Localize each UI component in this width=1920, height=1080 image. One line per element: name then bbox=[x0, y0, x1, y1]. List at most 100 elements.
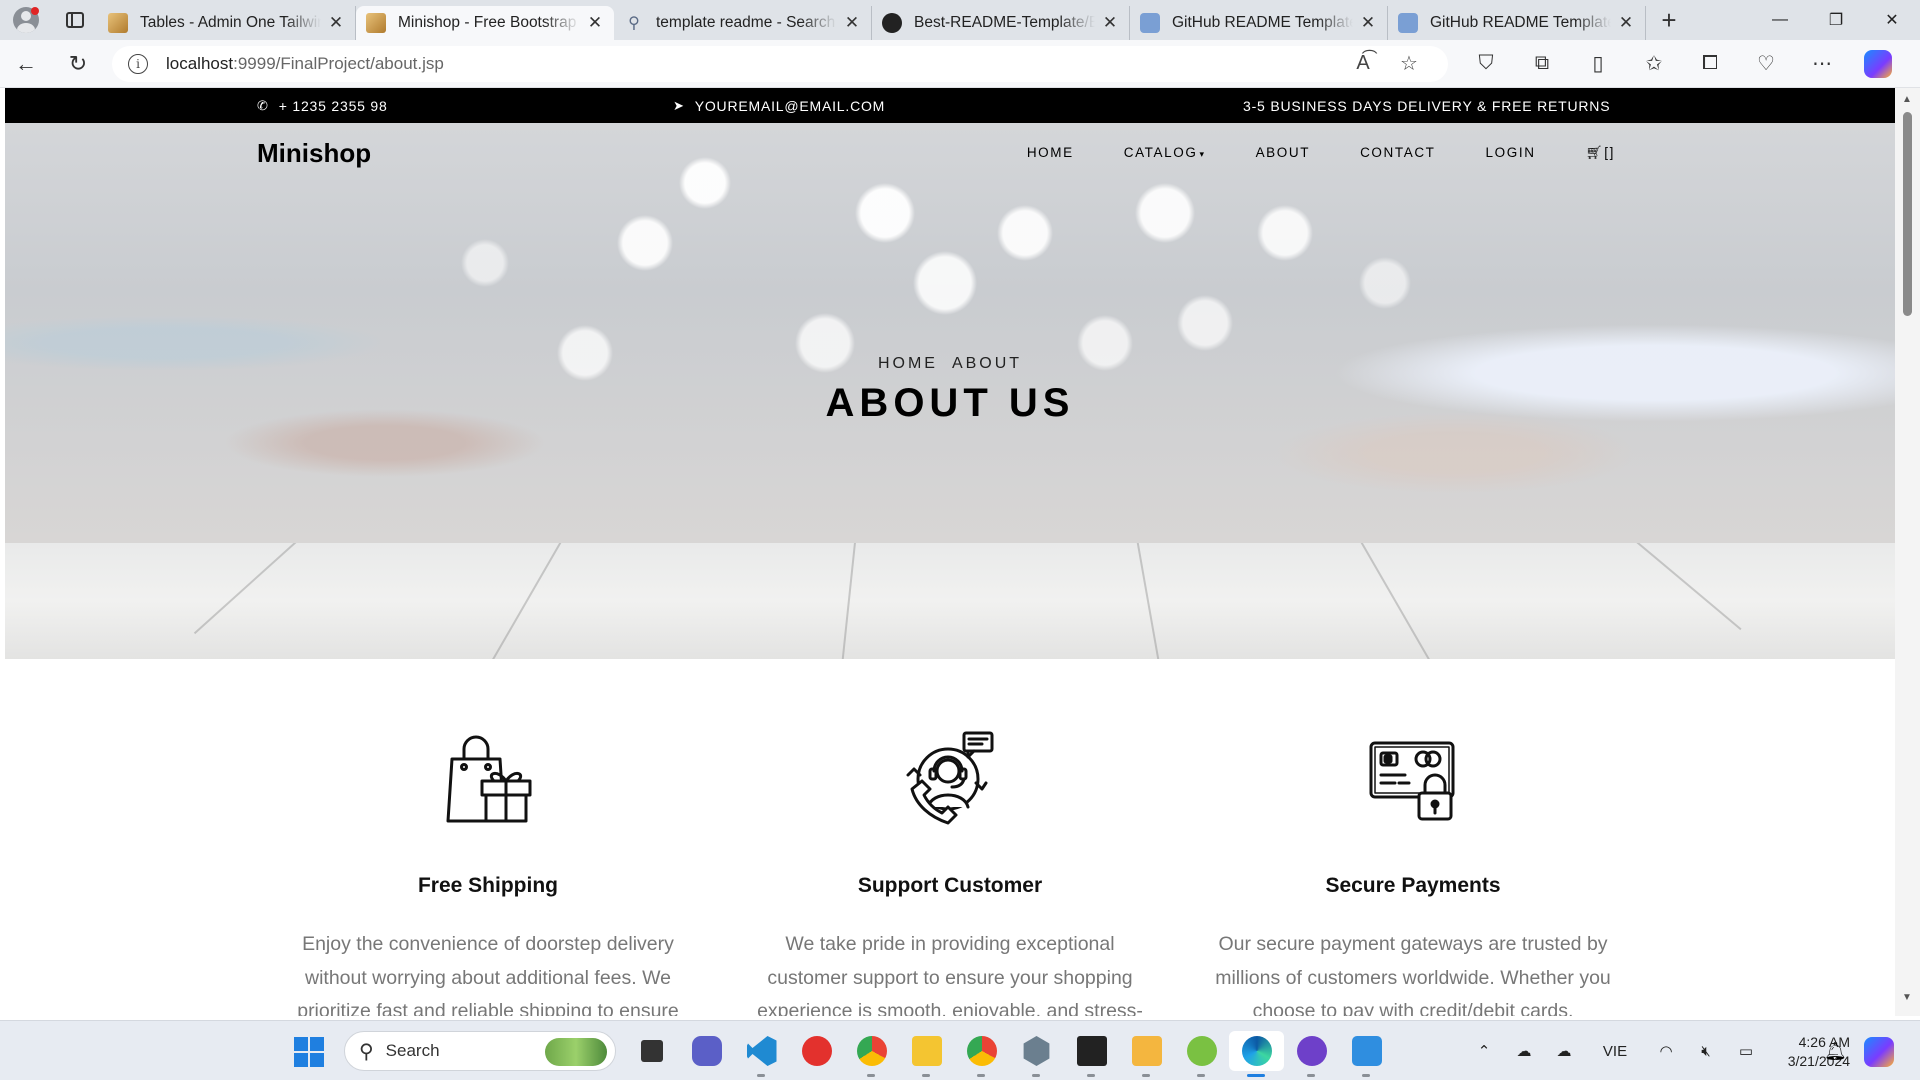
tab-title: Tables - Admin One Tailwind bbox=[140, 14, 321, 31]
browser-tab-strip: Tables - Admin One Tailwind ✕ Minishop -… bbox=[0, 0, 1920, 40]
page-viewport: ✆ + 1235 2355 98 ➤ YOUREMAIL@EMAIL.COM 3… bbox=[5, 88, 1895, 1016]
notification-bell-icon[interactable]: 🔔︎ bbox=[1824, 1041, 1847, 1062]
feature-card: Support Customer We take pride in provid… bbox=[740, 659, 1160, 1016]
split-screen-icon[interactable]: ▯ bbox=[1570, 40, 1626, 88]
close-tab-icon[interactable]: ✕ bbox=[1359, 13, 1377, 33]
profile-button[interactable] bbox=[0, 0, 52, 40]
breadcrumb-home[interactable]: HOME bbox=[878, 355, 938, 372]
window-controls: — ❐ ✕ bbox=[1752, 0, 1920, 40]
github-desktop-icon bbox=[1296, 1036, 1327, 1066]
hero-banner: Minishop HOME CATALOG ▾ ABOUT CONTACT LOG… bbox=[5, 123, 1895, 543]
address-bar[interactable]: i localhost:9999/FinalProject/about.jsp … bbox=[112, 45, 1448, 82]
close-tab-icon[interactable]: ✕ bbox=[1617, 13, 1635, 33]
volume-muted-icon[interactable]: 🔇︎ bbox=[1686, 1043, 1726, 1060]
scrollbar-thumb[interactable] bbox=[1903, 112, 1912, 316]
minishop-favicon-icon bbox=[108, 13, 128, 33]
url-text[interactable]: localhost:9999/FinalProject/about.jsp bbox=[166, 54, 1340, 74]
refresh-button[interactable]: ↻ bbox=[52, 40, 104, 88]
more-menu-icon[interactable]: ⋯ bbox=[1794, 40, 1850, 88]
running-indicator bbox=[1142, 1074, 1150, 1077]
chrome-icon bbox=[856, 1036, 887, 1066]
page-scrollbar[interactable]: ▲ ▼ bbox=[1895, 88, 1920, 1016]
site-info-icon[interactable]: i bbox=[128, 53, 148, 74]
file-explorer-button[interactable] bbox=[899, 1031, 954, 1077]
browser-essentials-icon[interactable]: ♡ bbox=[1738, 40, 1794, 88]
windows-logo-icon bbox=[294, 1053, 308, 1067]
teams-meet-button[interactable] bbox=[679, 1031, 734, 1071]
taskbar-apps bbox=[624, 1031, 1394, 1077]
check-app-button[interactable] bbox=[1174, 1031, 1229, 1077]
shield-icon[interactable]: ⛉ bbox=[1458, 40, 1514, 88]
close-tab-icon[interactable]: ✕ bbox=[586, 13, 604, 33]
task-view-button[interactable] bbox=[624, 1031, 679, 1071]
close-window-icon[interactable]: ✕ bbox=[1864, 0, 1920, 40]
chrome-button[interactable] bbox=[844, 1031, 899, 1077]
nav-menu: HOME CATALOG ▾ ABOUT CONTACT LOGIN 🛒︎[] bbox=[977, 145, 1615, 161]
browser-tab[interactable]: Best-README-Template/BLOB ✕ bbox=[872, 6, 1130, 40]
delivery-info: 3-5 BUSINESS DAYS DELIVERY & FREE RETURN… bbox=[1243, 98, 1610, 114]
sticky-notes-button[interactable] bbox=[1064, 1031, 1119, 1077]
nav-catalog[interactable]: CATALOG ▾ bbox=[1124, 145, 1206, 161]
favorites-icon[interactable]: ✩ bbox=[1626, 40, 1682, 88]
github-favicon-icon bbox=[1398, 13, 1418, 33]
minishop-favicon-icon bbox=[366, 13, 386, 33]
scroll-up-arrow-icon[interactable]: ▲ bbox=[1902, 94, 1912, 105]
paint-app-button[interactable] bbox=[1339, 1031, 1394, 1077]
close-tab-icon[interactable]: ✕ bbox=[1101, 13, 1119, 33]
wifi-icon[interactable]: ◠ bbox=[1646, 1042, 1686, 1060]
phone-info: ✆ + 1235 2355 98 bbox=[257, 98, 388, 114]
task-view-icon bbox=[640, 1040, 663, 1062]
restore-icon[interactable]: ❐ bbox=[1808, 0, 1864, 40]
feature-card: Free Shipping Enjoy the convenience of d… bbox=[278, 659, 698, 1016]
vscode-icon bbox=[746, 1036, 777, 1066]
phone-icon: ✆ bbox=[257, 97, 269, 113]
github-desktop-button[interactable] bbox=[1284, 1031, 1339, 1077]
browser-tab[interactable]: GitHub README Templates ✕ bbox=[1388, 6, 1646, 40]
running-indicator bbox=[1032, 1074, 1040, 1077]
plank-seam bbox=[193, 543, 307, 635]
wps-office-button[interactable] bbox=[789, 1031, 844, 1071]
minimize-icon[interactable]: — bbox=[1752, 0, 1808, 40]
running-indicator bbox=[1247, 1074, 1265, 1077]
tab-title: GitHub README Templates bbox=[1430, 14, 1611, 31]
tab-title: Best-README-Template/BLOB bbox=[914, 14, 1095, 31]
browser-tab-active[interactable]: Minishop - Free Bootstrap ✕ bbox=[356, 6, 614, 40]
nav-contact[interactable]: CONTACT bbox=[1360, 145, 1435, 161]
read-aloud-icon[interactable]: A͡ bbox=[1340, 52, 1386, 75]
close-tab-icon[interactable]: ✕ bbox=[843, 13, 861, 33]
extensions-icon[interactable]: ⧉ bbox=[1514, 40, 1570, 88]
new-tab-button[interactable]: + bbox=[1646, 0, 1692, 40]
close-tab-icon[interactable]: ✕ bbox=[327, 13, 345, 33]
delivery-text: 3-5 BUSINESS DAYS DELIVERY & FREE RETURN… bbox=[1243, 97, 1611, 114]
hero-heading: HOME ABOUT ABOUT US bbox=[5, 355, 1895, 426]
tab-actions-button[interactable] bbox=[52, 0, 98, 40]
collections-icon[interactable]: ⧠ bbox=[1682, 40, 1738, 88]
copilot-taskbar-icon[interactable] bbox=[1864, 1037, 1894, 1067]
nav-about[interactable]: ABOUT bbox=[1256, 145, 1311, 161]
browser-tab[interactable]: Tables - Admin One Tailwind ✕ bbox=[98, 6, 356, 40]
nav-cart[interactable]: 🛒︎[] bbox=[1586, 145, 1615, 161]
start-button[interactable] bbox=[294, 1037, 324, 1067]
nav-login[interactable]: LOGIN bbox=[1486, 145, 1536, 161]
favorite-star-icon[interactable]: ☆ bbox=[1386, 51, 1432, 76]
chevron-up-icon[interactable]: ⌃ bbox=[1464, 1042, 1504, 1060]
system-tray: ⌃ ☁ ☁ VIE ◠ 🔇︎ ▭ bbox=[1464, 1031, 1766, 1071]
brand-logo[interactable]: Minishop bbox=[257, 138, 371, 169]
nav-home[interactable]: HOME bbox=[1027, 145, 1074, 161]
browser-tab[interactable]: GitHub README Templates ✕ bbox=[1130, 6, 1388, 40]
onedrive-icon[interactable]: ☁ bbox=[1504, 1042, 1544, 1060]
vscode-button[interactable] bbox=[734, 1031, 789, 1077]
input-language[interactable]: VIE bbox=[1584, 1043, 1646, 1060]
kite-app-button[interactable] bbox=[1119, 1031, 1174, 1077]
hex-app-button[interactable] bbox=[1009, 1031, 1064, 1077]
notes-icon bbox=[1076, 1036, 1107, 1066]
onedrive-sync-icon[interactable]: ☁ bbox=[1544, 1042, 1584, 1060]
edge-button[interactable] bbox=[1229, 1031, 1284, 1077]
scroll-down-arrow-icon[interactable]: ▼ bbox=[1902, 992, 1912, 1003]
browser-tab[interactable]: ⚲ template readme - Search ✕ bbox=[614, 6, 872, 40]
copilot-button[interactable] bbox=[1850, 40, 1906, 88]
back-button[interactable]: ← bbox=[0, 40, 52, 88]
chrome-profile-button[interactable] bbox=[954, 1031, 1009, 1077]
taskbar-search[interactable]: ⚲ Search bbox=[344, 1031, 616, 1071]
feature-card: Secure Payments Our secure payment gatew… bbox=[1203, 659, 1623, 1016]
